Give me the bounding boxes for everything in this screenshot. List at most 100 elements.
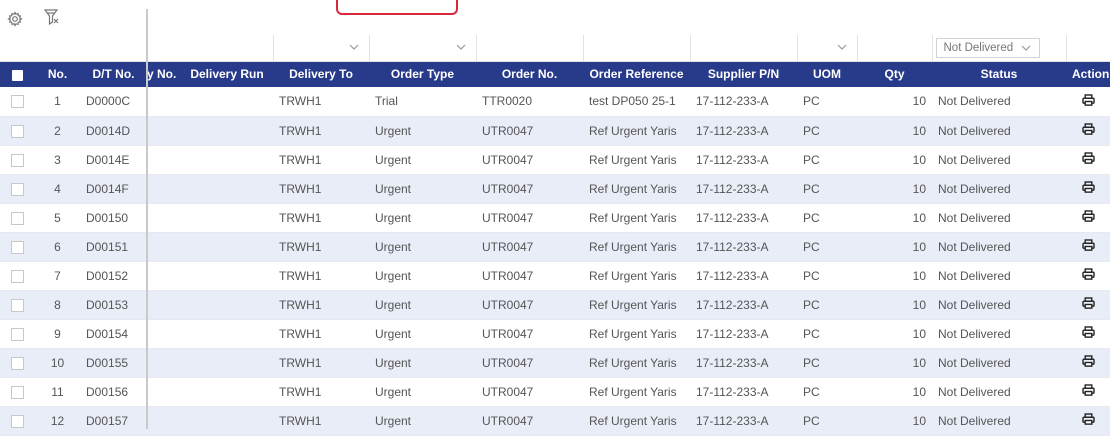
filter-delivery-to[interactable]: [273, 35, 370, 62]
cell-status: Not Delivered: [932, 261, 1066, 291]
table-row[interactable]: 7 D00152 TRWH1 Urgent UTR0047 Ref Urgent Yari…: [0, 261, 1110, 291]
cell-no: 4: [35, 174, 80, 204]
filter-order-type[interactable]: [369, 35, 477, 62]
column-resize-divider[interactable]: [146, 9, 148, 429]
row-checkbox[interactable]: [11, 269, 24, 283]
row-select-cell[interactable]: [0, 261, 35, 291]
row-select-cell[interactable]: [0, 203, 35, 233]
col-delivery-to[interactable]: Delivery To: [273, 61, 369, 87]
row-checkbox[interactable]: [11, 356, 24, 370]
filter-order-reference[interactable]: [583, 35, 691, 62]
row-checkbox[interactable]: [11, 414, 24, 428]
col-status[interactable]: Status: [932, 61, 1066, 87]
cell-qty: 10: [857, 377, 932, 407]
table-row[interactable]: 5 D00150 TRWH1 Urgent UTR0047 Ref Urgent Yari…: [0, 203, 1110, 233]
print-icon[interactable]: [1081, 152, 1095, 164]
cell-status: Not Delivered: [932, 116, 1066, 146]
col-uom[interactable]: UOM: [797, 61, 857, 87]
table-row[interactable]: 3 D0014E TRWH1 Urgent UTR0047 Ref Urgent Yari…: [0, 145, 1110, 175]
cell-delivery-to: TRWH1: [273, 348, 369, 378]
highlight-box: [336, 0, 458, 15]
row-checkbox[interactable]: [11, 153, 24, 167]
filter-uom[interactable]: [797, 35, 858, 62]
cell-order-no: UTR0047: [476, 116, 583, 146]
table-row[interactable]: 8 D00153 TRWH1 Urgent UTR0047 Ref Urgent Yari…: [0, 290, 1110, 320]
col-order-no[interactable]: Order No.: [476, 61, 583, 87]
chevron-down-icon[interactable]: [456, 42, 466, 52]
filter-supplier-pn[interactable]: [690, 35, 798, 62]
print-icon[interactable]: [1081, 123, 1095, 135]
filter-clear-icon[interactable]: [40, 6, 62, 28]
table-row[interactable]: 2 D0014D TRWH1 Urgent UTR0047 Ref Urgent Yari…: [0, 116, 1110, 146]
row-select-cell[interactable]: [0, 377, 35, 407]
col-qty[interactable]: Qty: [857, 61, 932, 87]
cell-action: [1066, 319, 1110, 349]
row-select-cell[interactable]: [0, 87, 35, 117]
chevron-down-icon[interactable]: [837, 42, 847, 52]
cell-order-no: UTR0047: [476, 203, 583, 233]
status-filter-select[interactable]: Not Delivered: [935, 38, 1040, 58]
row-checkbox[interactable]: [11, 182, 24, 196]
row-checkbox[interactable]: [11, 124, 24, 138]
print-icon[interactable]: [1081, 268, 1095, 280]
row-checkbox[interactable]: [11, 298, 24, 312]
cell-order-type: Urgent: [369, 290, 476, 320]
table-row[interactable]: 6 D00151 TRWH1 Urgent UTR0047 Ref Urgent Yari…: [0, 232, 1110, 262]
col-delivery-run[interactable]: Delivery Run: [181, 61, 273, 87]
cell-supplier-pn: 17-112-233-A: [690, 116, 797, 146]
table-row[interactable]: 12 D00157 TRWH1 Urgent UTR0047 Ref Urgent Yar…: [0, 406, 1110, 436]
print-icon[interactable]: [1081, 181, 1095, 193]
table-row[interactable]: 9 D00154 TRWH1 Urgent UTR0047 Ref Urgent Yari…: [0, 319, 1110, 349]
filter-order-no[interactable]: [476, 35, 584, 62]
cell-no: 12: [35, 406, 80, 436]
filter-delivery-run[interactable]: [181, 35, 274, 62]
filter-qty[interactable]: [857, 35, 933, 62]
filter-dt-no[interactable]: [80, 35, 148, 62]
row-select-cell[interactable]: [0, 348, 35, 378]
row-select-cell[interactable]: [0, 319, 35, 349]
col-no[interactable]: No.: [35, 61, 80, 87]
chevron-down-icon[interactable]: [1021, 43, 1031, 53]
row-select-cell[interactable]: [0, 145, 35, 175]
row-checkbox[interactable]: [11, 385, 24, 399]
chevron-down-icon[interactable]: [349, 42, 359, 52]
select-all-checkbox[interactable]: [12, 69, 23, 81]
cell-action: [1066, 203, 1110, 233]
row-checkbox[interactable]: [11, 240, 24, 254]
print-icon[interactable]: [1081, 210, 1095, 222]
print-icon[interactable]: [1081, 94, 1095, 106]
print-icon[interactable]: [1081, 239, 1095, 251]
print-icon[interactable]: [1081, 297, 1095, 309]
row-select-cell[interactable]: [0, 116, 35, 146]
row-checkbox[interactable]: [11, 95, 24, 109]
table-row[interactable]: 4 D0014F TRWH1 Urgent UTR0047 Ref Urgent Yari…: [0, 174, 1110, 204]
row-select-cell[interactable]: [0, 406, 35, 436]
row-checkbox[interactable]: [11, 211, 24, 225]
col-dt-no[interactable]: D/T No.: [80, 61, 147, 87]
cell-uom: PC: [797, 261, 857, 291]
cell-qty: 10: [857, 87, 932, 117]
print-icon[interactable]: [1081, 355, 1095, 367]
filter-clipped[interactable]: [147, 35, 181, 62]
col-supplier-pn[interactable]: Supplier P/N: [690, 61, 797, 87]
row-select-cell[interactable]: [0, 290, 35, 320]
print-icon[interactable]: [1081, 384, 1095, 396]
col-order-reference[interactable]: Order Reference: [583, 61, 690, 87]
cell-action: [1066, 232, 1110, 262]
row-select-cell[interactable]: [0, 232, 35, 262]
gear-icon[interactable]: [4, 8, 26, 30]
filter-status[interactable]: Not Delivered: [932, 35, 1067, 62]
table-row[interactable]: 10 D00155 TRWH1 Urgent UTR0047 Ref Urgent Yar…: [0, 348, 1110, 378]
row-select-cell[interactable]: [0, 174, 35, 204]
col-order-type[interactable]: Order Type: [369, 61, 476, 87]
print-icon[interactable]: [1081, 413, 1095, 425]
col-action[interactable]: Action: [1066, 61, 1110, 87]
select-all-cell[interactable]: [0, 61, 35, 87]
row-checkbox[interactable]: [11, 327, 24, 341]
print-icon[interactable]: [1081, 326, 1095, 338]
table-row[interactable]: 1 D0000C TRWH1 Trial TTR0020 test DP050 25-1 1…: [0, 87, 1110, 117]
table-row[interactable]: 11 D00156 TRWH1 Urgent UTR0047 Ref Urgent Yar…: [0, 377, 1110, 407]
col-clipped[interactable]: y No.: [147, 61, 181, 87]
cell-delivery-to: TRWH1: [273, 290, 369, 320]
cell-order-no: UTR0047: [476, 145, 583, 175]
